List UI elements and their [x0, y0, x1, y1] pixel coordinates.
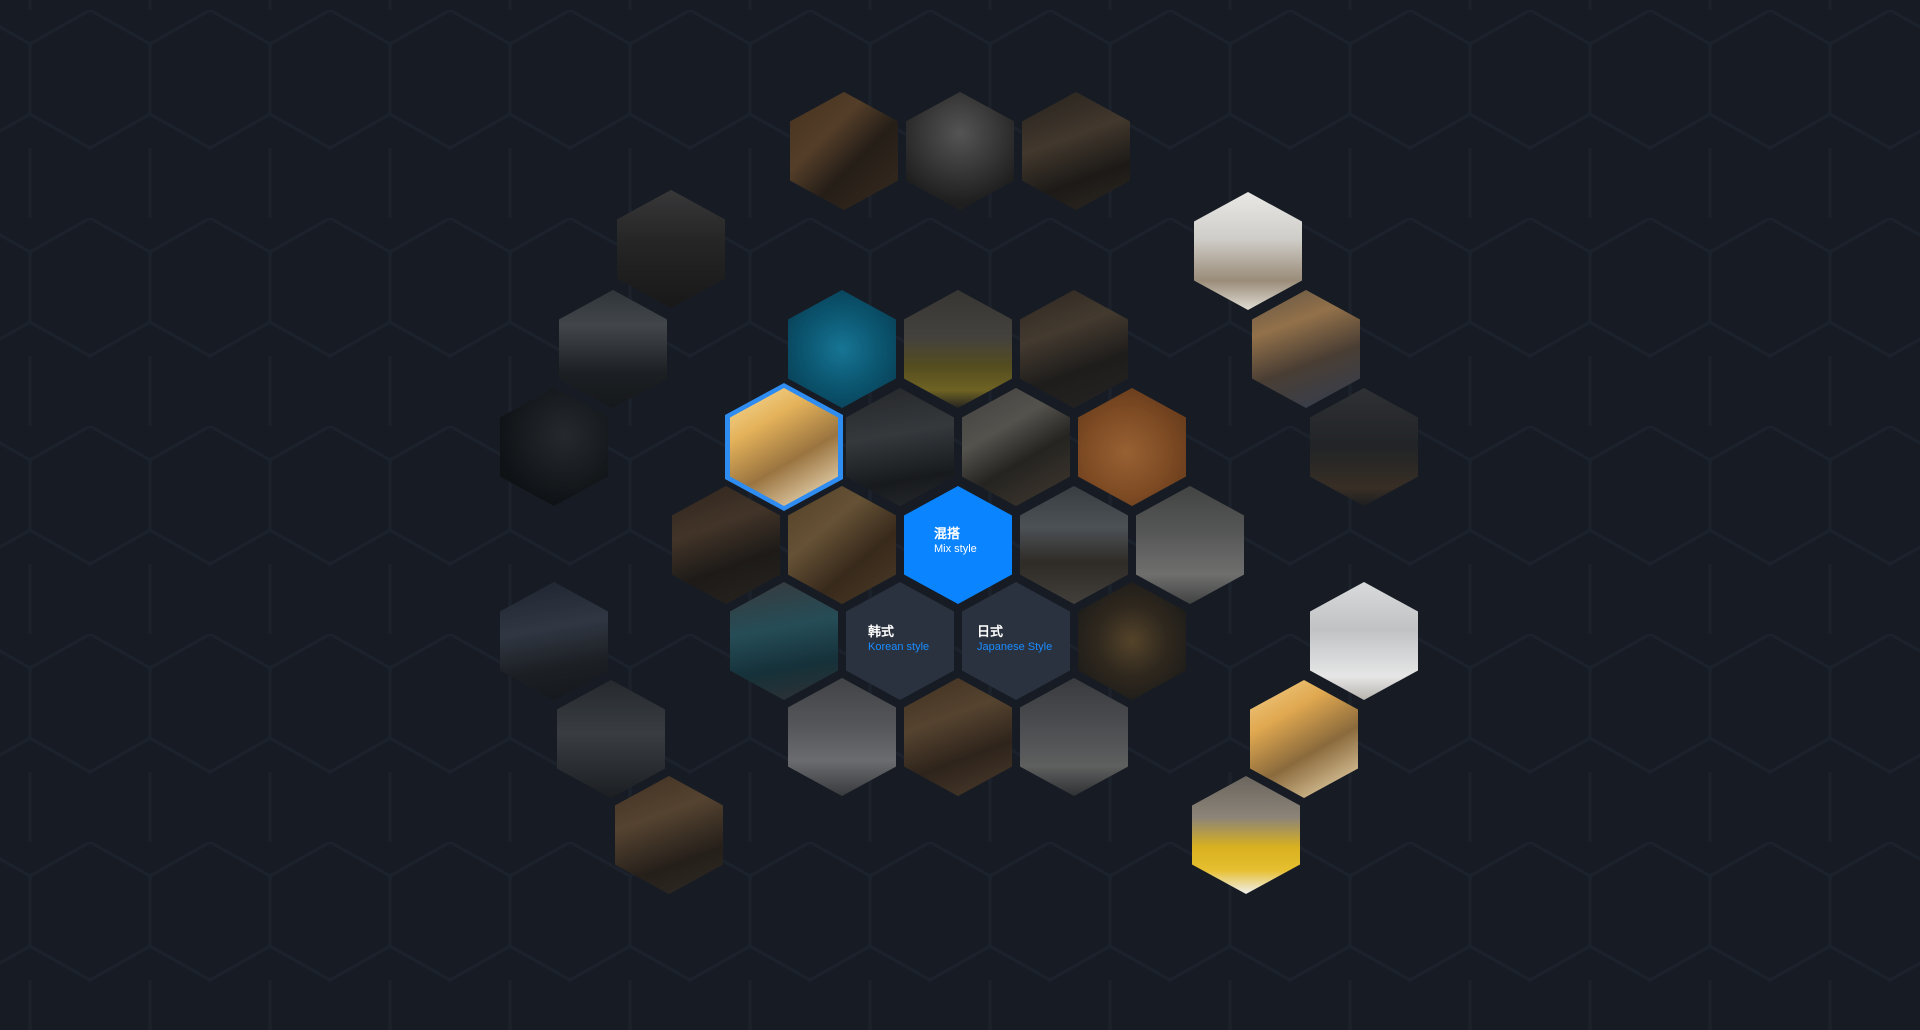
hex-gallery-stage: 混搭 Mix style 韩式 Korean style 日式 Japanese…: [0, 0, 1920, 1030]
